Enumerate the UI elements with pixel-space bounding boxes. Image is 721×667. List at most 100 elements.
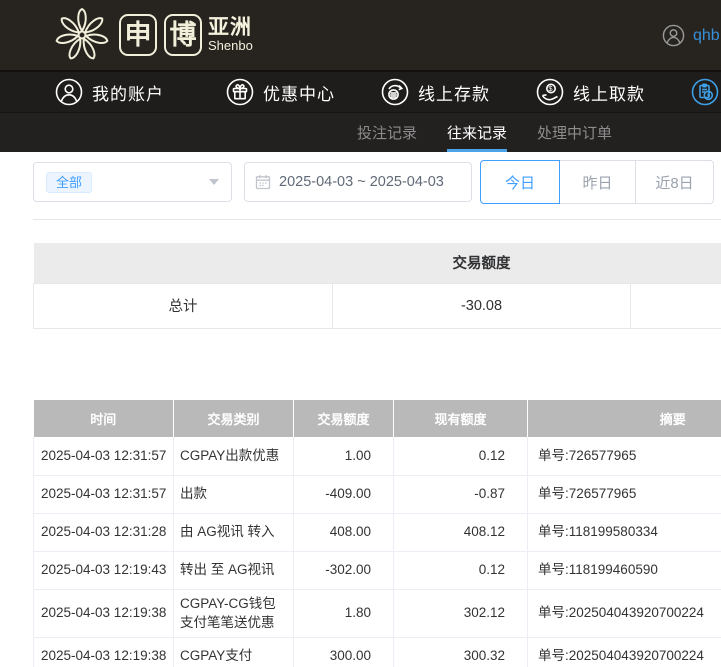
brand-header: 申 博 亚洲 Shenbo qhb [0,0,721,70]
table-row: 2025-04-03 12:19:38 CGPAY-CG钱包支付笔笔送优惠 1.80… [33,589,721,638]
logo-latin-text: Shenbo [208,38,253,54]
logo-char-box: 博 [164,14,202,56]
col-header-type: 交易类别 [173,400,294,437]
table-cell: -302.00 [293,551,394,590]
lotus-logo-icon [55,7,109,60]
today-button[interactable]: 今日 [480,160,560,204]
table-cell: 300.32 [393,637,528,667]
table-cell: 出款 [173,475,294,514]
table-cell: -0.87 [393,475,528,514]
summary-total-row: 总计 -30.08 [33,282,721,329]
transactions-body: 2025-04-03 12:31:57 CGPAY出款优惠 1.00 0.12 单号:7… [33,437,721,667]
records-icon [691,78,719,106]
table-cell: 2025-04-03 12:31:57 [33,475,174,514]
transactions-header-row: 时间 交易类别 交易额度 现有额度 摘要 [33,400,721,437]
table-cell: 单号:202504043920700224 [527,589,721,638]
table-cell: 2025-04-03 12:31:57 [33,437,174,476]
logo-wordmark: 亚洲 Shenbo [208,16,253,53]
summary-table: 交易额度 总计 -30.08 [33,243,721,329]
table-cell: 由 AG视讯 转入 [173,513,294,552]
user-account[interactable]: qhb [662,24,720,47]
table-row: 2025-04-03 12:31:28 由 AG视讯 转入 408.00 408.12… [33,513,721,552]
table-row: 2025-04-03 12:19:38 CGPAY支付 300.00 300.32 单号… [33,637,721,667]
chevron-down-icon [209,179,219,185]
table-cell: 2025-04-03 12:19:43 [33,551,174,590]
summary-header-empty [33,243,333,283]
table-cell: CGPAY支付 [173,637,294,667]
record-tabs: 投注记录 往来记录 处理中订单 [0,112,721,152]
table-cell: 2025-04-03 12:19:38 [33,637,174,667]
table-cell: 转出 至 AG视讯 [173,551,294,590]
table-cell: 单号:726577965 [527,437,721,476]
table-cell: 单号:118199460590 [527,551,721,590]
brand-logo[interactable]: 申 博 亚洲 Shenbo [52,6,253,64]
nav-item-records[interactable]: 往来记录 [691,78,721,106]
summary-header-amount: 交易额度 [332,243,631,283]
table-cell: -409.00 [293,475,394,514]
gift-icon [226,78,254,106]
nav-item-my-account[interactable]: 我的账户 [55,78,164,106]
deposit-icon [381,78,409,106]
nav-item-deposit[interactable]: 线上存款 [381,78,490,106]
summary-header-row: 交易额度 [33,243,721,283]
table-cell: 2025-04-03 12:31:28 [33,513,174,552]
yesterday-button[interactable]: 昨日 [560,160,636,204]
table-row: 2025-04-03 12:19:43 转出 至 AG视讯 -302.00 0.12 单… [33,551,721,590]
table-cell: 单号:118199580334 [527,513,721,552]
table-cell: 0.12 [393,551,528,590]
table-cell: 302.12 [393,589,528,638]
category-tag: 全部 [46,171,93,193]
tab-bet-records[interactable]: 投注记录 [357,113,417,152]
col-header-time: 时间 [33,400,174,437]
table-cell: 408.00 [293,513,394,552]
main-nav: 我的账户 优惠中心 线上存款 $ 线上取款 [0,70,721,112]
col-header-amount: 交易额度 [293,400,394,437]
table-cell: 408.12 [393,513,528,552]
table-cell: CGPAY-CG钱包支付笔笔送优惠 [173,589,294,638]
last-8-days-button[interactable]: 近8日 [636,160,714,204]
table-cell: 1.00 [293,437,394,476]
table-cell: 单号:726577965 [527,475,721,514]
date-range-picker[interactable]: 2025-04-03 ~ 2025-04-03 [244,162,472,202]
table-cell: 300.00 [293,637,394,667]
category-select[interactable]: 全部 [33,162,232,202]
table-cell: 单号:202504043920700224 [527,637,721,667]
table-cell: 0.12 [393,437,528,476]
table-cell: 1.80 [293,589,394,638]
quick-date-buttons: 今日 昨日 近8日 [480,160,714,204]
active-tab-underline [447,149,508,152]
section-divider [33,219,721,220]
logo-char-box: 申 [119,14,157,56]
username-text: qhb [693,26,720,44]
table-row: 2025-04-03 12:31:57 出款 -409.00 -0.87 单号:7265… [33,475,721,514]
page: 申 博 亚洲 Shenbo qhb 我的账户 优惠中心 线上存款 $ 线上取款 … [0,0,721,667]
tab-processing-orders[interactable]: 处理中订单 [537,113,612,152]
svg-text:$: $ [548,84,553,93]
table-cell: 2025-04-03 12:19:38 [33,589,174,638]
col-header-balance: 现有额度 [393,400,528,437]
summary-total-label: 总计 [33,282,333,329]
tab-label: 往来记录 [447,125,508,142]
date-range-value: 2025-04-03 ~ 2025-04-03 [279,174,444,190]
nav-label: 线上存款 [418,84,490,104]
account-icon [55,78,83,106]
table-row: 2025-04-03 12:31:57 CGPAY出款优惠 1.00 0.12 单号:7… [33,437,721,476]
transactions-table: 时间 交易类别 交易额度 现有额度 摘要 2025-04-03 12:31:57… [33,400,721,667]
tab-label: 投注记录 [357,125,418,142]
tab-label: 处理中订单 [537,125,613,142]
nav-label: 优惠中心 [263,84,335,104]
nav-label: 我的账户 [92,84,164,104]
withdraw-icon: $ [536,78,564,106]
summary-header-empty [630,243,721,283]
user-avatar-icon [662,24,685,47]
col-header-summary: 摘要 [527,400,721,437]
summary-empty-cell [630,282,721,329]
logo-char: 博 [169,19,197,50]
nav-item-withdraw[interactable]: $ 线上取款 [536,78,645,106]
tab-transaction-records[interactable]: 往来记录 [447,113,508,152]
logo-char: 申 [124,19,152,50]
summary-total-value: -30.08 [332,282,631,329]
nav-item-promotions[interactable]: 优惠中心 [226,78,335,106]
logo-region-text: 亚洲 [208,16,252,40]
table-cell: CGPAY出款优惠 [173,437,294,476]
